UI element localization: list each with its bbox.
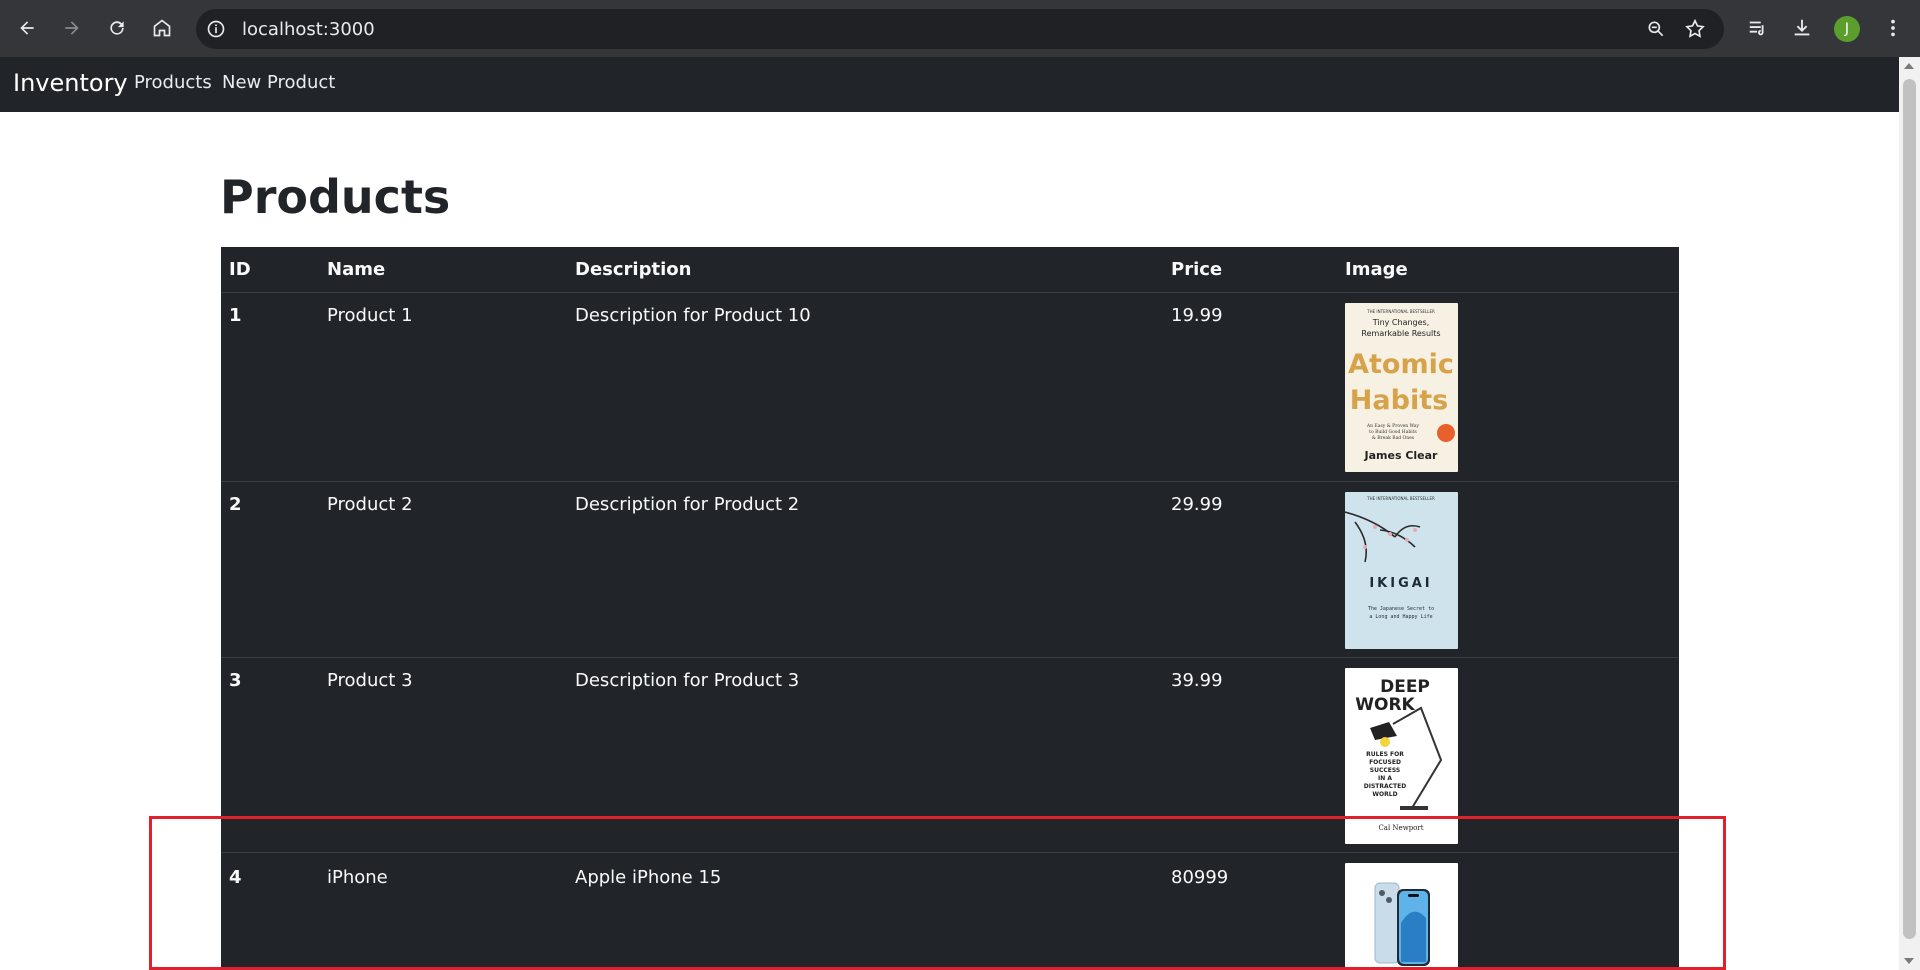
svg-text:James Clear: James Clear [1364,449,1439,462]
nav-link-new-product[interactable]: New Product [222,72,335,93]
svg-text:An Easy & Proven Way: An Easy & Proven Way [1366,423,1420,429]
nav-link-products[interactable]: Products [134,72,212,93]
svg-text:FOCUSED: FOCUSED [1369,759,1401,766]
cell-name: Product 1 [327,305,413,326]
table-row: 2 Product 2 Description for Product 2 29… [221,482,1679,658]
svg-text:SUCCESS: SUCCESS [1370,767,1400,774]
reload-icon [110,21,124,35]
back-button[interactable] [12,13,42,43]
cell-price: 19.99 [1171,305,1223,326]
cell-price: 29.99 [1171,494,1223,515]
url-text[interactable]: localhost:3000 [242,19,375,40]
atomic-habits-cover-image: THE INTERNATIONAL BESTSELLER Tiny Change… [1345,303,1458,472]
svg-text:Cal Newport: Cal Newport [1378,824,1423,832]
zoom-icon[interactable] [1646,19,1666,39]
header-description: Description [575,259,692,280]
header-image: Image [1345,259,1408,280]
scroll-up-arrow-icon[interactable] [1904,63,1914,69]
cell-id: 1 [229,305,242,326]
cell-price: 39.99 [1171,670,1223,691]
cell-description: Apple iPhone 15 [575,867,722,888]
svg-text:The Japanese Secret to: The Japanese Secret to [1368,606,1434,612]
svg-text:Atomic: Atomic [1348,349,1454,380]
address-bar[interactable]: localhost:3000 [196,9,1724,49]
cell-description: Description for Product 3 [575,670,800,691]
svg-text:WORK: WORK [1355,695,1415,715]
site-info-icon[interactable] [206,19,226,39]
kebab-menu-icon [1891,19,1895,37]
playlist-icon [1749,21,1764,36]
downloads-button[interactable] [1789,15,1815,41]
svg-text:WORLD: WORLD [1372,791,1397,798]
browser-menu-button[interactable] [1880,15,1906,41]
page-title: Products [220,170,451,224]
iphone-15-image [1345,863,1458,970]
navbar-brand[interactable]: Inventory [13,69,128,97]
header-price: Price [1171,259,1223,280]
cell-name: iPhone [327,867,388,888]
header-name: Name [327,259,386,280]
svg-text:RULES FOR: RULES FOR [1366,751,1404,758]
app-navbar: Inventory Products New Product [0,57,1899,112]
page-scrollbar[interactable] [1899,57,1920,970]
cell-description: Description for Product 2 [575,494,800,515]
table-row: 1 Product 1 Description for Product 10 1… [221,293,1679,482]
header-id: ID [229,259,251,280]
svg-text:Habits: Habits [1350,385,1448,416]
cell-id: 4 [229,867,242,888]
cell-description: Description for Product 10 [575,305,811,326]
table-row: 4 iPhone Apple iPhone 15 80999 [221,853,1679,970]
svg-text:& Break Bad Ones: & Break Bad Ones [1372,435,1415,441]
cell-price: 80999 [1171,867,1229,888]
profile-avatar[interactable]: J [1834,16,1860,42]
home-icon [153,19,171,37]
svg-text:THE INTERNATIONAL BESTSELLER: THE INTERNATIONAL BESTSELLER [1366,309,1435,314]
svg-text:DEEP: DEEP [1380,677,1430,697]
browser-toolbar: localhost:3000 J [0,0,1920,57]
svg-text:a Long and Happy Life: a Long and Happy Life [1369,614,1432,620]
svg-text:Remarkable Results: Remarkable Results [1361,329,1440,338]
download-icon [1794,19,1810,36]
arrow-left-icon [20,21,34,35]
scroll-down-arrow-icon[interactable] [1904,958,1914,964]
svg-text:to Build Good Habits: to Build Good Habits [1369,429,1417,435]
table-header-row: ID Name Description Price Image [221,247,1679,293]
arrow-right-icon [65,21,79,35]
cell-name: Product 2 [327,494,413,515]
cell-id: 2 [229,494,242,515]
table-row: 3 Product 3 Description for Product 3 39… [221,658,1679,853]
deep-work-cover-image: DEEP WORK RULES FOR FOCUSED SUCCESS IN A… [1345,668,1458,844]
bookmark-star-icon[interactable] [1684,18,1706,40]
home-button[interactable] [147,13,177,43]
cell-id: 3 [229,670,242,691]
svg-text:IN A: IN A [1378,775,1392,782]
media-control-button[interactable] [1745,15,1771,41]
svg-text:IKIGAI: IKIGAI [1369,576,1432,591]
svg-text:DISTRACTED: DISTRACTED [1364,783,1406,790]
ikigai-cover-image: THE INTERNATIONAL BESTSELLER IKIGAI The … [1345,492,1458,649]
scrollbar-thumb[interactable] [1903,79,1916,939]
svg-text:Tiny Changes,: Tiny Changes, [1372,318,1430,327]
cell-name: Product 3 [327,670,413,691]
forward-button[interactable] [57,13,87,43]
reload-button[interactable] [102,13,132,43]
products-table: ID Name Description Price Image 1 Produc… [221,247,1679,970]
svg-text:THE INTERNATIONAL BESTSELLER: THE INTERNATIONAL BESTSELLER [1366,496,1435,501]
